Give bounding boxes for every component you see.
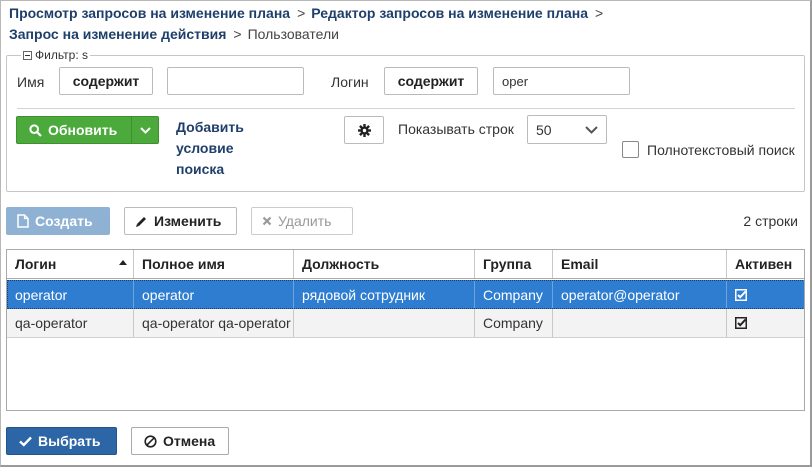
table-row[interactable]: operator operator рядовой сотрудник Comp… (7, 280, 804, 309)
filter-legend[interactable]: Фильтр: s (21, 48, 90, 62)
cell-active (727, 309, 804, 337)
search-icon (29, 123, 42, 137)
breadcrumb-link-plan-requests[interactable]: Просмотр запросов на изменение плана (9, 5, 290, 21)
cancel-label: Отмена (163, 433, 216, 449)
show-rows-label: Показывать строк (398, 121, 514, 137)
filter-divider (17, 108, 795, 109)
column-header-label: Полное имя (142, 256, 225, 272)
column-header-group[interactable]: Группа (475, 250, 553, 278)
column-header-label: Логин (15, 256, 57, 272)
pencil-icon (136, 216, 146, 227)
cell-full-name: operator (134, 280, 294, 309)
breadcrumb-link-request-editor[interactable]: Редактор запросов на изменение плана (311, 5, 588, 21)
settings-button[interactable] (344, 116, 384, 144)
select-button[interactable]: Выбрать (6, 427, 117, 455)
column-header-login[interactable]: Логин (7, 250, 134, 278)
filter-legend-label: Фильтр: s (35, 48, 88, 62)
column-header-label: Группа (483, 256, 532, 272)
edit-button[interactable]: Изменить (124, 207, 237, 235)
ban-icon (144, 434, 157, 448)
rows-count: 2 строки (743, 213, 798, 229)
cell-group: Company (475, 280, 553, 309)
cell-login: qa-operator (7, 309, 134, 337)
delete-button[interactable]: Удалить (251, 207, 353, 235)
create-button[interactable]: Создать (6, 207, 110, 235)
fulltext-checkbox[interactable] (622, 141, 639, 158)
cell-full-name: qa-operator qa-operator (134, 309, 294, 337)
users-table: Логин Полное имя Должность Группа Email … (6, 249, 805, 411)
create-label: Создать (35, 213, 93, 229)
refresh-main[interactable]: Обновить (17, 117, 132, 143)
checkbox-checked-icon (735, 288, 747, 301)
cell-active (727, 280, 804, 309)
collapse-icon[interactable] (23, 50, 32, 60)
login-label: Логин (331, 74, 369, 90)
refresh-label: Обновить (48, 122, 118, 138)
chevron-down-icon (139, 126, 151, 134)
cell-group: Company (475, 309, 553, 337)
column-header-position[interactable]: Должность (294, 250, 475, 278)
column-header-email[interactable]: Email (553, 250, 727, 278)
gear-icon (357, 123, 371, 137)
filter-panel: Фильтр: s Имя содержит Логин содержит op… (6, 48, 805, 192)
rows-per-page-value: 50 (536, 121, 552, 138)
edit-label: Изменить (154, 213, 222, 229)
name-input[interactable] (167, 67, 304, 95)
cell-login: operator (7, 280, 134, 309)
chevron-down-icon (585, 125, 598, 134)
fulltext-label: Полнотекстовый поиск (647, 142, 795, 158)
breadcrumb-current: Пользователи (247, 26, 339, 42)
cell-email: operator@operator (553, 280, 727, 309)
column-header-label: Должность (302, 256, 380, 272)
sort-asc-icon (119, 260, 127, 265)
table-header: Логин Полное имя Должность Группа Email … (7, 250, 804, 279)
column-header-active[interactable]: Активен (727, 250, 804, 278)
column-header-label: Активен (735, 256, 793, 272)
delete-label: Удалить (278, 213, 332, 229)
name-operator-button[interactable]: содержит (59, 67, 153, 95)
cell-position: рядовой сотрудник (294, 280, 475, 309)
refresh-button[interactable]: Обновить (16, 116, 159, 144)
refresh-dropdown-toggle[interactable] (132, 117, 158, 143)
name-label: Имя (17, 74, 45, 90)
checkbox-checked-icon (735, 317, 747, 329)
breadcrumb-separator: > (595, 5, 604, 21)
cell-email (553, 309, 727, 337)
login-operator-button[interactable]: содержит (384, 67, 478, 95)
breadcrumb-separator: > (297, 5, 306, 21)
login-input[interactable]: oper (493, 67, 630, 95)
breadcrumb-link-action-request[interactable]: Запрос на изменение действия (9, 26, 226, 42)
cell-position (294, 309, 475, 337)
close-icon (262, 216, 272, 226)
add-condition-link[interactable]: Добавить условие поиска (176, 117, 266, 180)
column-header-label: Email (561, 256, 599, 272)
table-row[interactable]: qa-operator qa-operator qa-operator Comp… (7, 309, 804, 338)
rows-per-page-select[interactable]: 50 (527, 115, 607, 144)
cancel-button[interactable]: Отмена (131, 427, 229, 455)
breadcrumb-separator: > (233, 26, 242, 42)
check-icon (19, 436, 32, 447)
column-header-full-name[interactable]: Полное имя (134, 250, 294, 278)
file-icon (17, 214, 29, 228)
select-label: Выбрать (38, 433, 101, 449)
